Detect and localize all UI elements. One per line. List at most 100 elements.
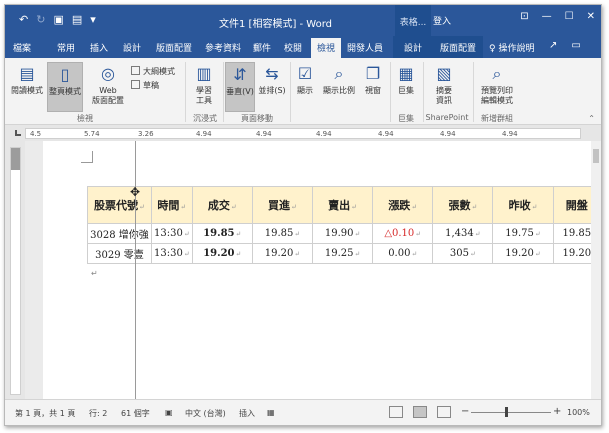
- table-cell[interactable]: 19.85↵: [251, 223, 314, 244]
- zoom-out-icon[interactable]: −: [461, 406, 469, 417]
- scrollbar-thumb[interactable]: [593, 149, 599, 163]
- table-cell[interactable]: 19.20↵: [492, 243, 554, 264]
- tab-insert[interactable]: 插入: [90, 41, 108, 54]
- table-cell[interactable]: 19.85↵: [191, 223, 253, 244]
- ruler-label: 4.94: [502, 130, 518, 138]
- cell-mark: ↵: [474, 230, 481, 238]
- undo-icon[interactable]: ↶: [19, 14, 28, 26]
- tab-review[interactable]: 校閱: [284, 41, 302, 54]
- print-layout-view-icon[interactable]: [413, 406, 427, 418]
- proofing-icon[interactable]: ▣: [165, 408, 173, 417]
- learning-tools-icon: ▥: [196, 64, 212, 83]
- table-cell[interactable]: 13:30↵: [150, 243, 193, 264]
- horizontal-ruler[interactable]: 4.5 5.74 3.26 4.94 4.94 4.94 4.94 4.94 4…: [25, 128, 581, 139]
- print-layout-button[interactable]: ▯ 整頁模式: [47, 62, 83, 112]
- table-header-cell[interactable]: 賣出↵: [312, 186, 374, 224]
- table-cell[interactable]: 19.90↵: [312, 223, 374, 244]
- maximize-icon[interactable]: ☐: [565, 11, 574, 22]
- side-to-side-button[interactable]: ⇆ 並排(S): [257, 64, 287, 96]
- tab-stop-selector[interactable]: [15, 130, 21, 136]
- header-label: 買進: [268, 199, 291, 212]
- web-layout-view-icon[interactable]: [437, 406, 451, 418]
- table-cell[interactable]: 19.20↵: [251, 243, 314, 264]
- vertical-scrollbar[interactable]: [591, 141, 601, 399]
- summary-info-button[interactable]: ▧ 摘要 資訊: [427, 64, 461, 106]
- document-page[interactable]: 股票代號↵ 時間↵ 成交↵ 買進↵ 賣出↵ 漲跌↵ 張數↵ 昨收↵ 開盤 302…: [43, 141, 601, 399]
- line-number[interactable]: 行: 2: [89, 408, 107, 419]
- zoom-button[interactable]: ⌕ 顯示比例: [321, 64, 357, 96]
- table-tools-tab[interactable]: 表格...: [395, 5, 431, 36]
- tab-references[interactable]: 參考資料: [205, 41, 241, 54]
- show-button[interactable]: ☑ 顯示: [293, 64, 317, 96]
- table-cell[interactable]: △0.10↵: [372, 223, 434, 244]
- tab-developer[interactable]: 開發人員: [347, 41, 383, 54]
- resize-cursor-icon: ✥: [130, 185, 141, 199]
- table-cell[interactable]: 0.00↵: [372, 243, 434, 264]
- tab-view[interactable]: 檢視: [311, 38, 342, 58]
- cell-mark: ↵: [294, 250, 301, 258]
- table-header-cell[interactable]: 張數↵: [432, 186, 494, 224]
- ribbon-display-icon[interactable]: ⊡: [520, 11, 528, 22]
- vertical-button[interactable]: ⇵ 垂直(V): [225, 62, 255, 112]
- print-preview-edit-button[interactable]: ⌕ 預覽列印 編輯模式: [477, 64, 517, 106]
- learning-tools-button[interactable]: ▥ 學習 工具: [189, 64, 219, 106]
- web-layout-button[interactable]: ◎ Web 版面配置: [87, 64, 129, 106]
- table-cell[interactable]: 13:30↵: [150, 223, 193, 244]
- redo-icon[interactable]: ↻: [36, 14, 45, 26]
- save-as-icon[interactable]: ▤: [72, 14, 82, 26]
- zoom-slider[interactable]: [471, 412, 551, 413]
- ribbon-separator: [473, 62, 474, 122]
- table-header-cell[interactable]: 股票代號↵: [87, 186, 152, 224]
- zoom-level[interactable]: 100%: [567, 408, 590, 417]
- table-header-cell[interactable]: 買進↵: [251, 186, 314, 224]
- tab-table-design[interactable]: 設計: [393, 36, 433, 58]
- outline-button[interactable]: 大綱模式: [131, 66, 175, 77]
- table-cell[interactable]: 1,434↵: [432, 223, 494, 244]
- tab-layout[interactable]: 版面配置: [156, 41, 192, 54]
- read-mode-label: 閱讀模式: [11, 86, 43, 95]
- table-cell[interactable]: 3029 零壹: [87, 243, 152, 264]
- macros-button[interactable]: ▦ 巨集: [393, 64, 419, 96]
- stock-table[interactable]: 股票代號↵ 時間↵ 成交↵ 買進↵ 賣出↵ 漲跌↵ 張數↵ 昨收↵ 開盤 302…: [87, 186, 601, 264]
- table-header-cell[interactable]: 昨收↵: [492, 186, 554, 224]
- web-layout-label-2: 版面配置: [92, 96, 124, 105]
- table-header-cell[interactable]: 漲跌↵: [372, 186, 434, 224]
- zoom-slider-thumb[interactable]: [505, 407, 508, 417]
- vertical-ruler[interactable]: [5, 141, 25, 399]
- share-icon[interactable]: ↗: [549, 40, 557, 51]
- minimize-icon[interactable]: —: [542, 11, 552, 22]
- table-cell[interactable]: 3028 增你強: [87, 223, 152, 244]
- comments-icon[interactable]: ▭: [571, 40, 580, 51]
- cell-mark: ↵: [183, 230, 190, 238]
- read-mode-button[interactable]: ▤ 閱讀模式: [9, 64, 45, 96]
- tab-home[interactable]: 常用: [57, 41, 75, 54]
- language[interactable]: 中文 (台灣): [185, 408, 226, 419]
- page-count[interactable]: 第 1 頁，共 1 頁: [15, 408, 75, 419]
- macro-record-icon[interactable]: ▦: [267, 408, 275, 417]
- customize-icon[interactable]: ▾: [90, 14, 96, 26]
- tab-file[interactable]: 檔案: [13, 41, 31, 54]
- tab-mailings[interactable]: 郵件: [253, 41, 271, 54]
- draft-button[interactable]: 草稿: [131, 80, 159, 91]
- word-count[interactable]: 61 個字: [121, 408, 150, 419]
- table-header-cell[interactable]: 時間↵: [150, 186, 193, 224]
- table-header-cell[interactable]: 成交↵: [191, 186, 253, 224]
- tell-me-search[interactable]: ♀ 操作說明: [489, 41, 534, 54]
- window-button[interactable]: ❐ 視窗: [361, 64, 385, 96]
- zoom-in-icon[interactable]: +: [553, 406, 561, 417]
- collapse-ribbon-icon[interactable]: ⌃: [588, 114, 595, 123]
- table-cell[interactable]: 305↵: [432, 243, 494, 264]
- table-cell[interactable]: 19.75↵: [492, 223, 554, 244]
- tab-table-layout[interactable]: 版面配置: [433, 36, 483, 58]
- ruler-label: 4.94: [378, 130, 394, 138]
- table-cell[interactable]: 19.25↵: [312, 243, 374, 264]
- preview-label-1: 預覽列印: [481, 86, 513, 95]
- read-mode-view-icon[interactable]: [389, 406, 403, 418]
- tab-design[interactable]: 設計: [123, 41, 141, 54]
- table-cell[interactable]: 19.20↵: [191, 243, 253, 264]
- insert-mode[interactable]: 插入: [239, 408, 255, 419]
- column-resize-guide: [135, 141, 136, 399]
- signin-button[interactable]: 登入: [433, 14, 451, 27]
- save-icon[interactable]: ▣: [53, 14, 63, 26]
- close-icon[interactable]: ✕: [587, 11, 595, 22]
